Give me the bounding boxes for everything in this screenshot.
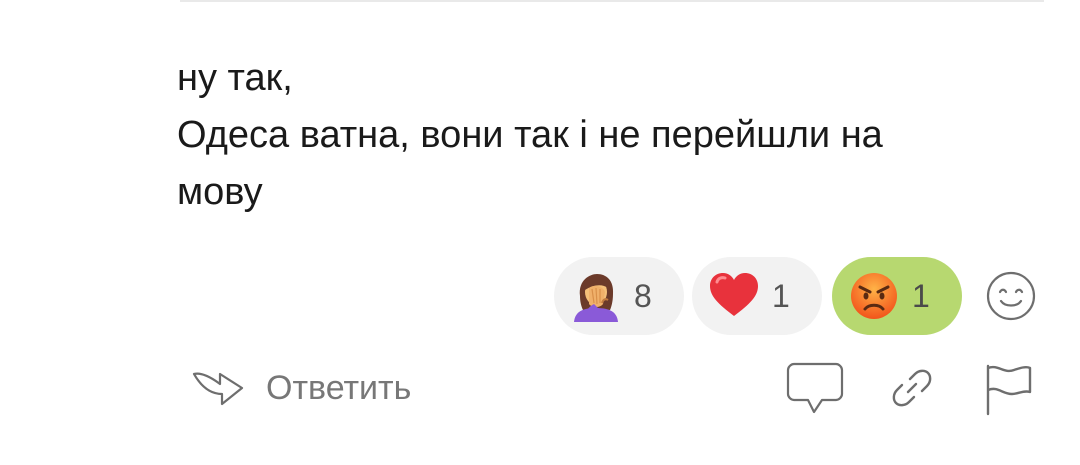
reaction-count: 8 xyxy=(634,277,652,314)
add-reaction-button[interactable] xyxy=(985,270,1037,322)
comment-line: Одеса ватна, вони так і не перейшли на xyxy=(177,114,883,156)
link-icon xyxy=(892,369,932,407)
reaction-count: 1 xyxy=(912,277,930,314)
reply-arrow-icon xyxy=(192,364,244,413)
reaction-angry[interactable]: 1 xyxy=(832,257,962,335)
comment-text: ну так, Одеса ватна, вони так і не перей… xyxy=(177,50,1037,221)
comments-button[interactable] xyxy=(786,362,844,421)
reaction-facepalm[interactable]: 8 xyxy=(554,257,684,335)
smiley-add-reaction-icon xyxy=(986,271,1036,321)
speech-bubble-icon xyxy=(786,362,844,414)
copy-link-button[interactable] xyxy=(890,366,934,415)
reply-button[interactable]: Ответить xyxy=(192,360,411,416)
woman-facepalming-icon xyxy=(570,270,622,322)
reply-label: Ответить xyxy=(266,368,412,407)
comment-line: ну так, xyxy=(177,57,293,99)
top-divider xyxy=(180,0,1044,2)
comment-line: мову xyxy=(177,171,263,213)
flag-icon xyxy=(986,364,1032,416)
red-heart-icon xyxy=(708,270,760,322)
angry-face-icon xyxy=(848,270,900,322)
reaction-heart[interactable]: 1 xyxy=(692,257,822,335)
report-button[interactable] xyxy=(984,364,1034,421)
reaction-count: 1 xyxy=(772,277,790,314)
